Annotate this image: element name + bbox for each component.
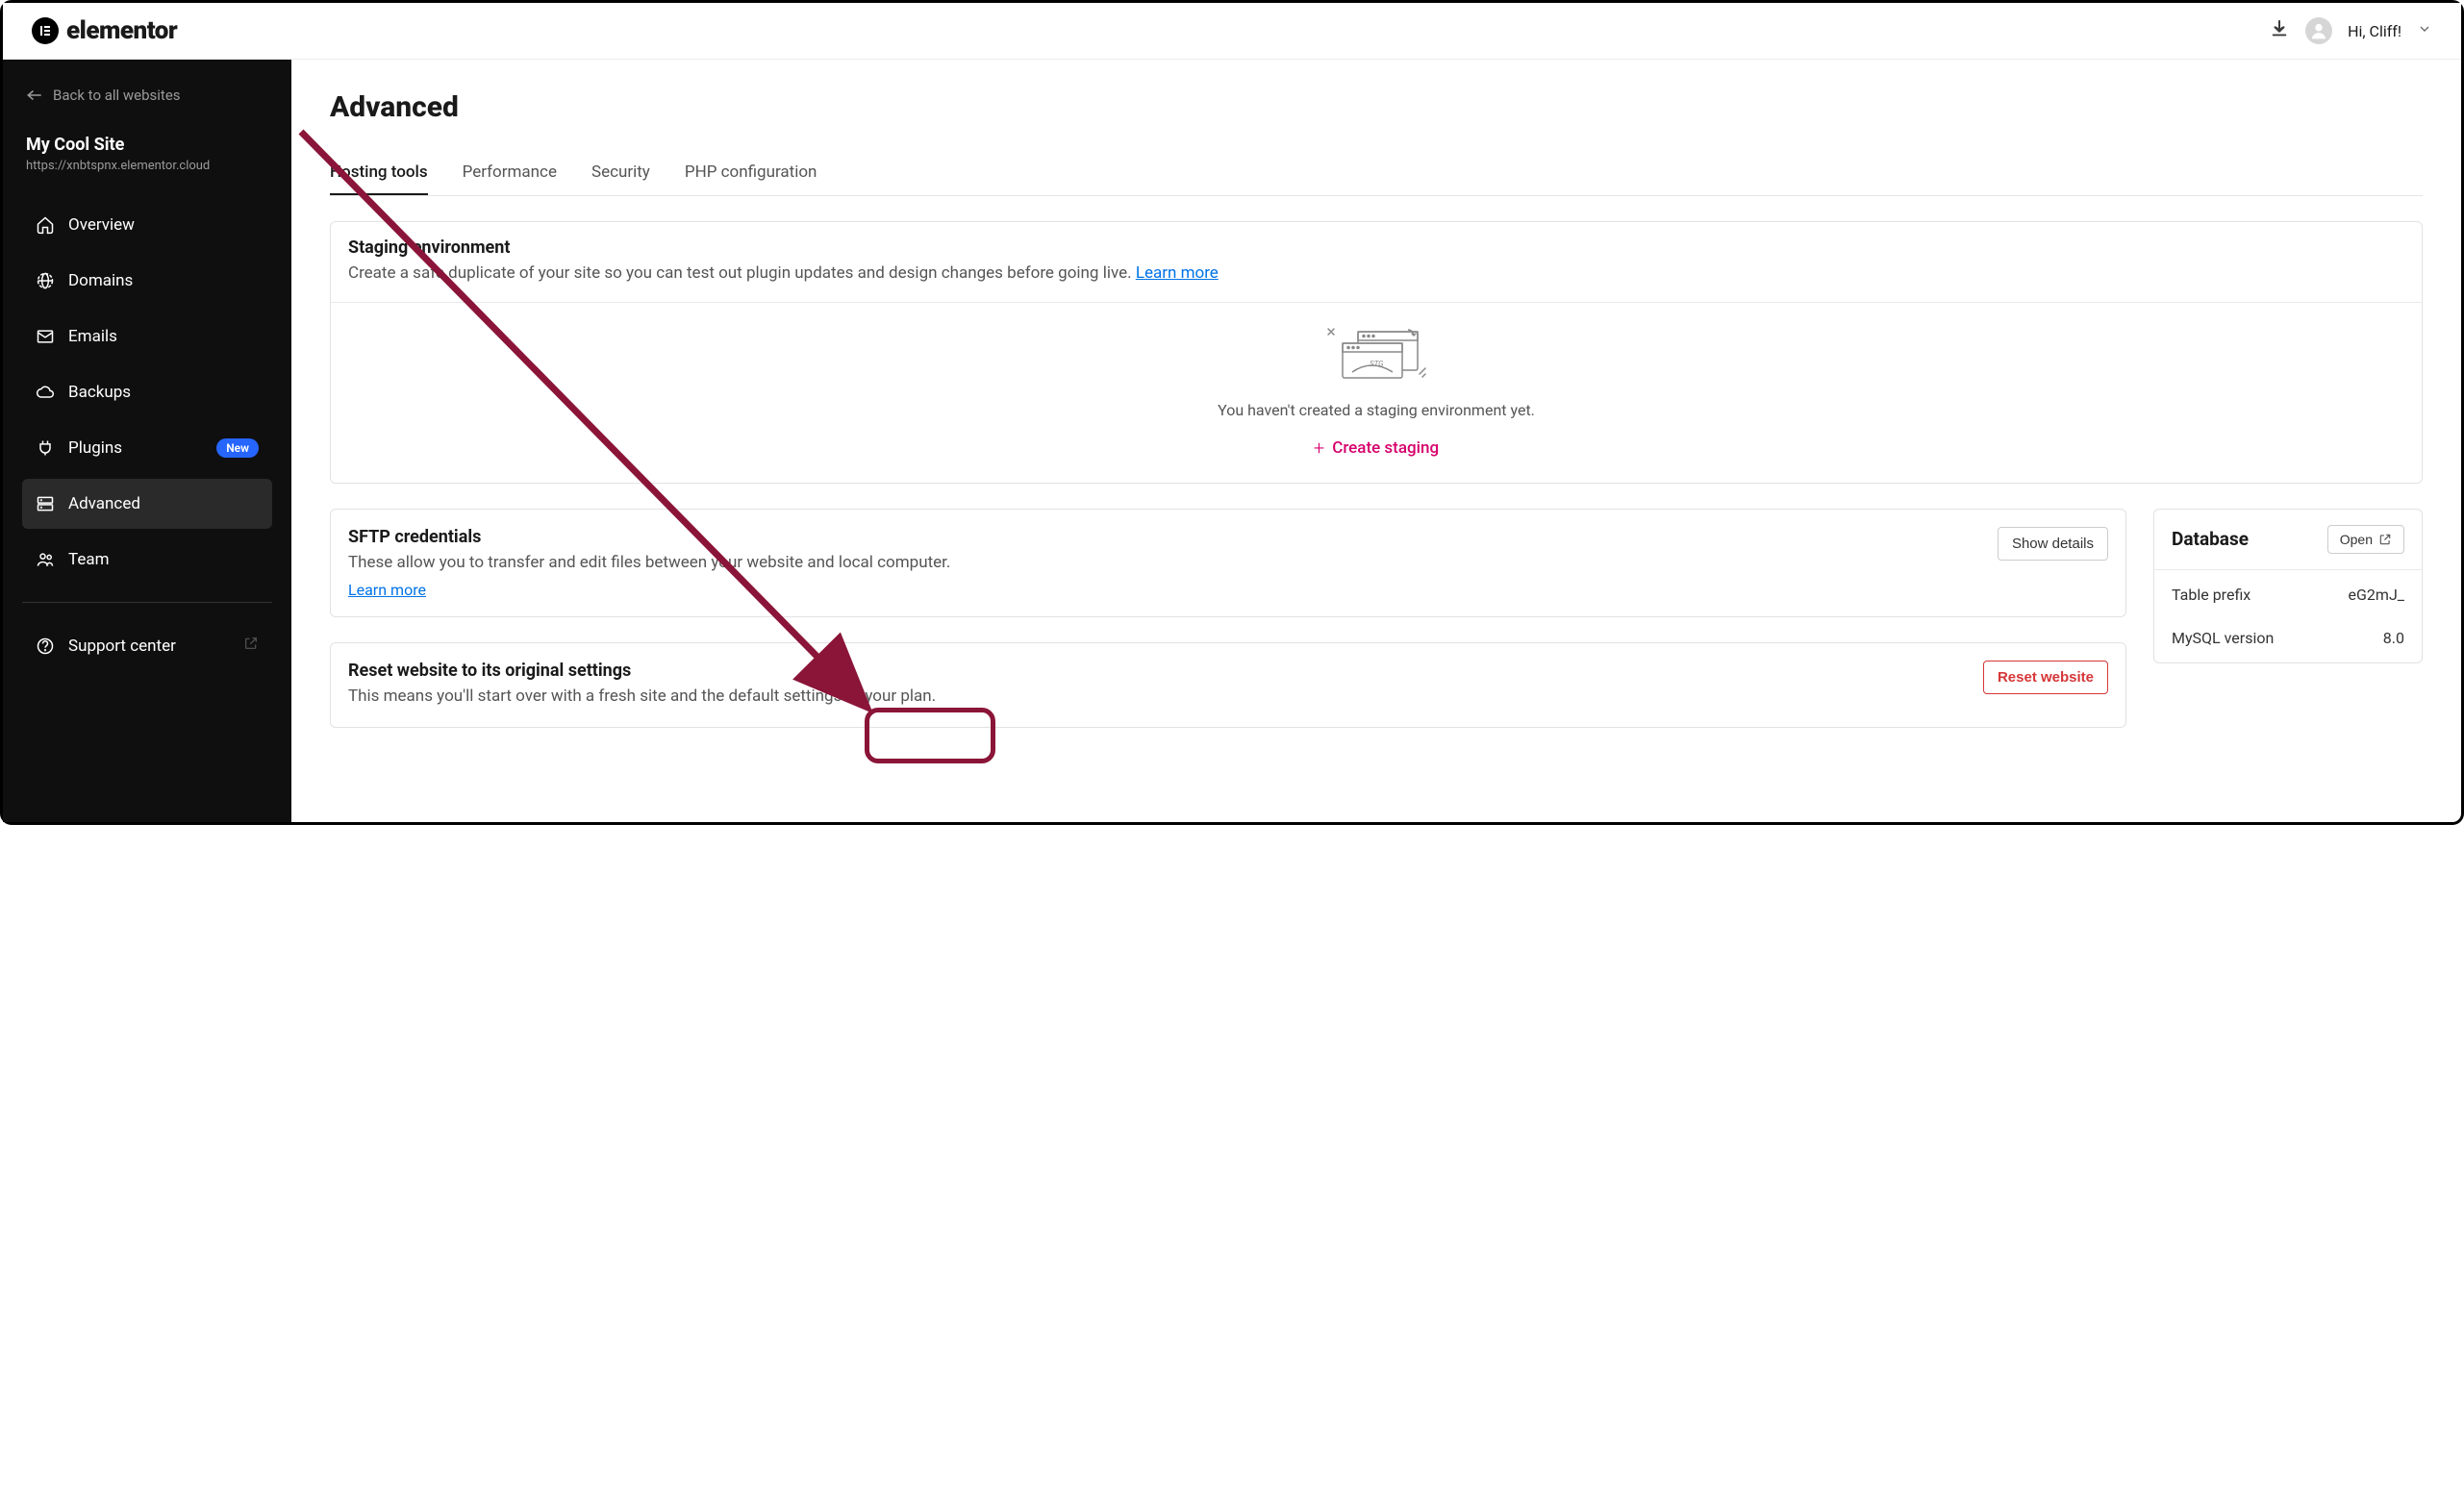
sftp-learn-more-link[interactable]: Learn more <box>348 581 426 599</box>
back-to-websites-link[interactable]: Back to all websites <box>22 83 272 108</box>
svg-text:.STG: .STG <box>1368 360 1384 368</box>
staging-desc: Create a safe duplicate of your site so … <box>348 262 2404 287</box>
reset-desc: This means you'll start over with a fres… <box>348 685 1968 710</box>
nav-label: Overview <box>68 215 135 235</box>
sidebar-item-advanced[interactable]: Advanced <box>22 479 272 529</box>
db-value: 8.0 <box>2383 629 2404 647</box>
sidebar-item-overview[interactable]: Overview <box>22 200 272 250</box>
sidebar-item-domains[interactable]: Domains <box>22 256 272 306</box>
nav-label: Emails <box>68 327 117 346</box>
tabs: Hosting tools Performance Security PHP c… <box>330 151 2423 196</box>
main-content: Advanced Hosting tools Performance Secur… <box>291 60 2461 822</box>
sidebar: Back to all websites My Cool Site https:… <box>3 60 291 822</box>
nav-label: Team <box>68 550 110 569</box>
chevron-down-icon[interactable] <box>2417 21 2432 40</box>
nav-label: Plugins <box>68 438 122 458</box>
staging-learn-more-link[interactable]: Learn more <box>1136 263 1219 283</box>
db-label: Table prefix <box>2172 586 2250 604</box>
tab-php-configuration[interactable]: PHP configuration <box>685 151 817 195</box>
create-staging-button[interactable]: + Create staging <box>1314 437 1439 460</box>
external-link-icon <box>2378 533 2392 546</box>
nav-label: Domains <box>68 271 133 290</box>
reset-website-button[interactable]: Reset website <box>1983 661 2108 694</box>
staging-card: Staging environment Create a safe duplic… <box>330 221 2423 484</box>
site-name: My Cool Site <box>22 135 272 155</box>
elementor-logo-icon <box>32 17 59 44</box>
db-value: eG2mJ_ <box>2349 586 2404 604</box>
staging-illustration-icon: .STG <box>1323 326 1429 384</box>
download-icon[interactable] <box>2269 18 2290 43</box>
globe-icon <box>36 271 55 290</box>
reset-card: Reset website to its original settings T… <box>330 642 2126 728</box>
back-label: Back to all websites <box>53 87 181 104</box>
nav-label: Backups <box>68 383 131 402</box>
divider <box>22 602 272 603</box>
open-database-button[interactable]: Open <box>2327 525 2404 554</box>
cloud-icon <box>36 383 55 402</box>
database-card: Database Open Table prefix eG2mJ_ MySQL … <box>2153 509 2423 663</box>
sidebar-item-backups[interactable]: Backups <box>22 367 272 417</box>
mail-icon <box>36 327 55 346</box>
brand-text: elementor <box>66 16 177 45</box>
help-icon <box>36 637 55 656</box>
tab-performance[interactable]: Performance <box>463 151 557 195</box>
sidebar-item-emails[interactable]: Emails <box>22 312 272 362</box>
logo[interactable]: elementor <box>32 16 177 45</box>
db-label: MySQL version <box>2172 629 2274 647</box>
create-staging-label: Create staging <box>1332 438 1439 458</box>
team-icon <box>36 550 55 569</box>
plus-icon: + <box>1314 437 1324 460</box>
nav-label: Support center <box>68 637 176 656</box>
nav-label: Advanced <box>68 494 140 513</box>
tab-hosting-tools[interactable]: Hosting tools <box>330 151 428 195</box>
staging-empty-text: You haven't created a staging environmen… <box>1218 401 1535 419</box>
page-title: Advanced <box>330 90 2423 124</box>
greeting-text: Hi, Cliff! <box>2348 22 2401 40</box>
show-details-button[interactable]: Show details <box>1998 527 2108 561</box>
new-badge: New <box>216 438 259 458</box>
sftp-desc: These allow you to transfer and edit fil… <box>348 551 1982 576</box>
avatar-icon[interactable] <box>2305 17 2332 44</box>
open-label: Open <box>2340 532 2373 547</box>
home-icon <box>36 215 55 235</box>
reset-title: Reset website to its original settings <box>348 661 1968 681</box>
plug-icon <box>36 438 55 458</box>
database-title: Database <box>2172 528 2249 550</box>
sftp-card: SFTP credentials These allow you to tran… <box>330 509 2126 618</box>
sftp-title: SFTP credentials <box>348 527 1982 547</box>
sidebar-item-team[interactable]: Team <box>22 535 272 585</box>
stack-icon <box>36 494 55 513</box>
external-link-icon <box>243 636 259 656</box>
db-row-prefix: Table prefix eG2mJ_ <box>2154 570 2422 619</box>
top-header: elementor Hi, Cliff! <box>3 3 2461 60</box>
site-url: https://xnbtspnx.elementor.cloud <box>22 159 272 173</box>
sidebar-item-support[interactable]: Support center <box>22 620 272 671</box>
db-row-mysql: MySQL version 8.0 <box>2154 619 2422 662</box>
staging-title: Staging environment <box>348 237 2404 258</box>
sidebar-item-plugins[interactable]: Plugins New <box>22 423 272 473</box>
tab-security[interactable]: Security <box>591 151 650 195</box>
